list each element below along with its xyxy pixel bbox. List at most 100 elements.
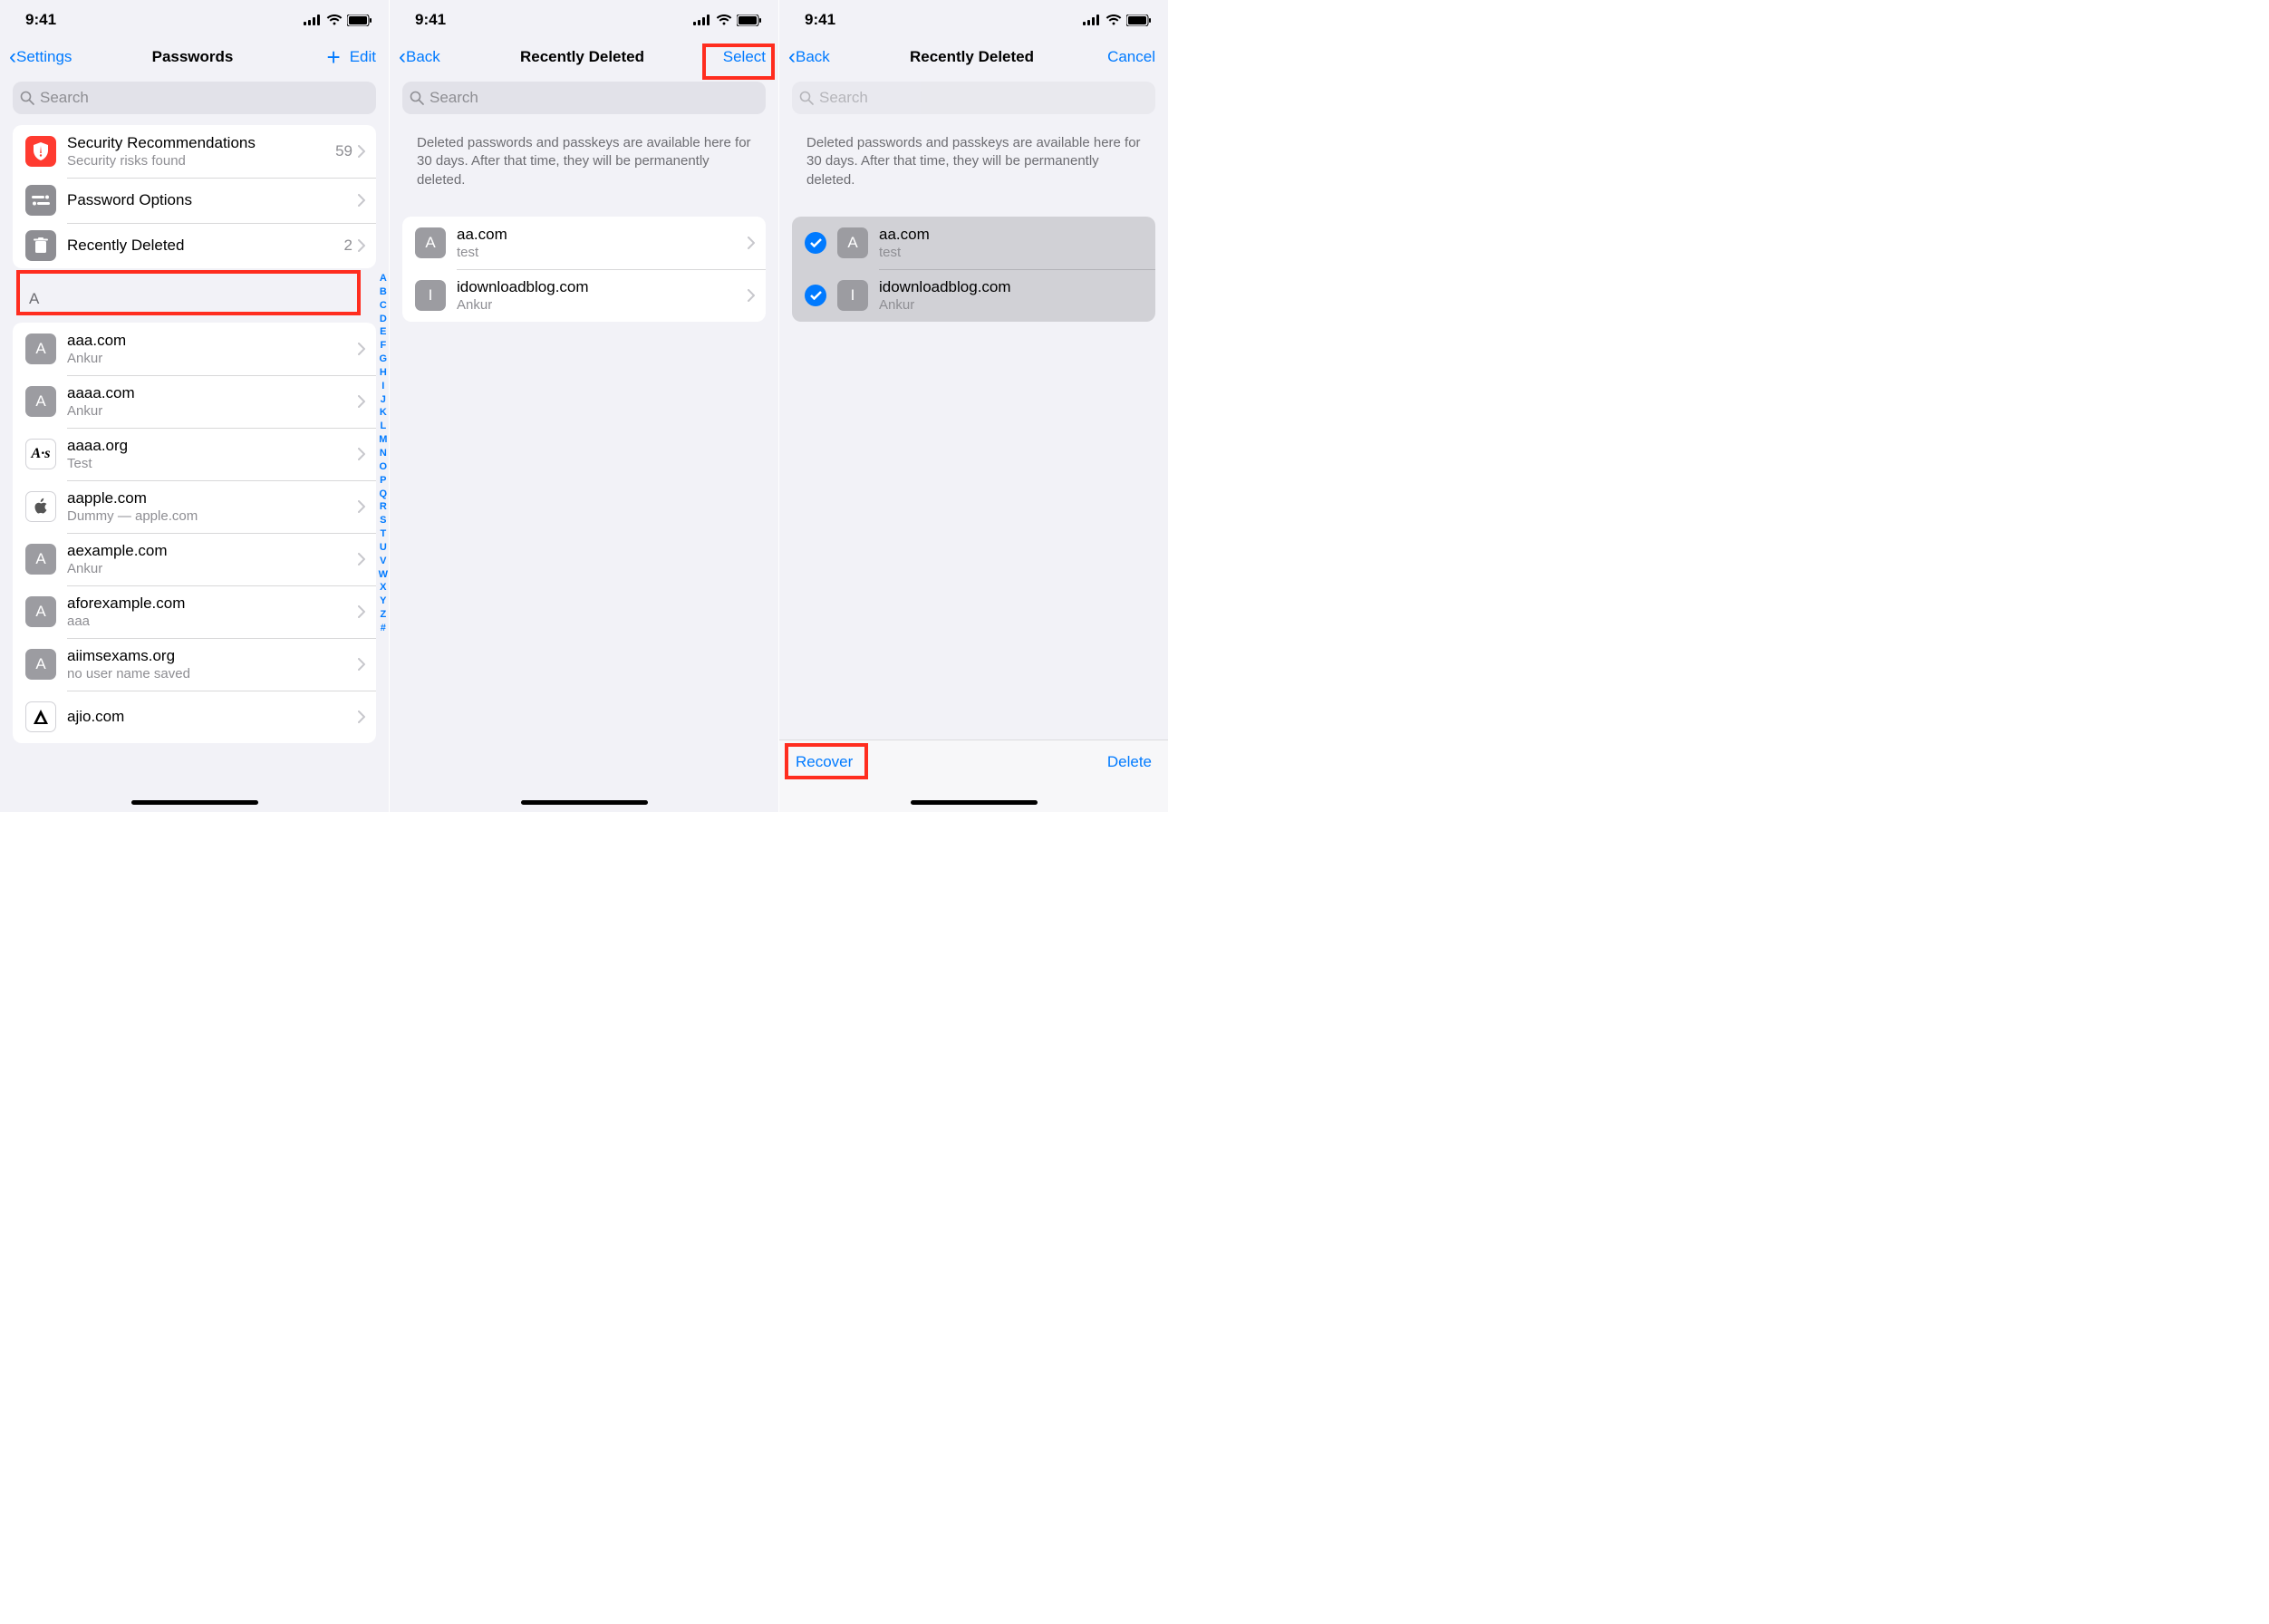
index-letter[interactable]: W [379,568,388,582]
edit-button[interactable]: Edit [350,48,376,66]
index-letter[interactable]: X [379,581,388,594]
chevron-left-icon: ‹ [788,46,796,68]
password-row[interactable]: Aaexample.comAnkur [13,533,376,585]
row-title: aa.com [457,226,748,244]
deleted-row[interactable]: Aaa.comtest [402,217,766,269]
nav-bar: ‹ Settings Passwords + Edit [0,40,389,80]
password-row[interactable]: aapple.comDummy — apple.com [13,480,376,533]
row-sub: Ankur [67,403,358,419]
index-letter[interactable]: H [379,366,388,380]
deleted-list-selected: Aaa.comtestIidownloadblog.comAnkur [792,217,1155,322]
search-input[interactable] [819,89,1148,107]
checkmark-icon[interactable] [805,285,826,306]
security-recommendations-row[interactable]: Security Recommendations Security risks … [13,125,376,178]
back-button[interactable]: ‹ Back [399,46,440,68]
site-letter-icon: A [25,649,56,680]
deleted-row[interactable]: Iidownloadblog.comAnkur [402,269,766,322]
password-row[interactable]: ajio.com [13,691,376,743]
recently-deleted-row[interactable]: Recently Deleted 2 [13,223,376,268]
index-strip[interactable]: ABCDEFGHIJKLMNOPQRSTUVWXYZ# [379,272,388,635]
index-letter[interactable]: E [379,325,388,339]
index-letter[interactable]: G [379,353,388,366]
index-letter[interactable]: F [379,339,388,353]
home-indicator[interactable] [911,800,1038,805]
deleted-row-selected[interactable]: Iidownloadblog.comAnkur [792,269,1155,322]
search-bar[interactable] [402,82,766,114]
search-bar[interactable] [792,82,1155,114]
status-bar: 9:41 [0,0,389,40]
row-count: 2 [344,237,352,255]
home-indicator[interactable] [521,800,648,805]
index-letter[interactable]: # [379,622,388,635]
chevron-right-icon [748,289,755,302]
row-sub: no user name saved [67,666,358,682]
index-letter[interactable]: Z [379,608,388,622]
nav-bar: ‹ Back Recently Deleted Cancel [779,40,1168,80]
home-indicator[interactable] [131,800,258,805]
chevron-left-icon: ‹ [9,46,16,68]
page-title: Passwords [91,48,294,66]
deleted-row-selected[interactable]: Aaa.comtest [792,217,1155,269]
index-letter[interactable]: C [379,299,388,313]
status-time: 9:41 [415,11,446,29]
index-letter[interactable]: O [379,460,388,474]
chevron-right-icon [358,553,365,566]
index-letter[interactable]: A [379,272,388,285]
row-count: 59 [335,142,352,160]
password-row[interactable]: Aaaaa.comAnkur [13,375,376,428]
chevron-right-icon [358,500,365,513]
add-button[interactable]: + [327,45,341,69]
search-icon [410,91,424,105]
password-row[interactable]: Aaforexample.comaaa [13,585,376,638]
deleted-list: Aaa.comtestIidownloadblog.comAnkur [402,217,766,322]
index-letter[interactable]: R [379,500,388,514]
apple-icon [25,491,56,522]
index-letter[interactable]: T [379,527,388,541]
checkmark-icon[interactable] [805,232,826,254]
status-icons [1083,14,1152,26]
back-label: Settings [16,48,72,66]
search-icon [799,91,814,105]
index-letter[interactable]: M [379,433,388,447]
index-letter[interactable]: K [379,406,388,420]
back-button[interactable]: ‹ Settings [9,46,72,68]
trash-icon [25,230,56,261]
search-input[interactable] [40,89,369,107]
password-options-row[interactable]: Password Options [13,178,376,223]
index-letter[interactable]: Y [379,594,388,608]
back-button[interactable]: ‹ Back [788,46,830,68]
screen-recently-deleted: 9:41 ‹ Back Recently Deleted Select Dele… [390,0,779,812]
page-title: Recently Deleted [870,48,1074,66]
index-letter[interactable]: S [379,514,388,527]
site-letter-icon: I [837,280,868,311]
search-bar[interactable] [13,82,376,114]
index-letter[interactable]: N [379,447,388,460]
cancel-button[interactable]: Cancel [1107,48,1155,66]
index-letter[interactable]: B [379,285,388,299]
select-button[interactable]: Select [723,48,766,66]
password-row[interactable]: Aaaa.comAnkur [13,323,376,375]
index-letter[interactable]: J [379,393,388,407]
site-letter-icon: A [25,544,56,575]
search-input[interactable] [430,89,758,107]
index-letter[interactable]: P [379,474,388,488]
delete-button[interactable]: Delete [1107,753,1152,771]
row-sub: Ankur [67,351,358,366]
row-sub: Test [67,456,358,471]
chevron-right-icon [358,239,365,252]
screen-recently-deleted-select: 9:41 ‹ Back Recently Deleted Cancel Dele… [779,0,1169,812]
password-row[interactable]: Aaiimsexams.orgno user name saved [13,638,376,691]
index-letter[interactable]: Q [379,488,388,501]
row-title: Recently Deleted [67,237,344,255]
index-letter[interactable]: L [379,420,388,433]
index-letter[interactable]: D [379,313,388,326]
wifi-icon [1106,14,1122,25]
index-letter[interactable]: V [379,555,388,568]
chevron-right-icon [358,448,365,460]
index-letter[interactable]: I [379,380,388,393]
site-icon [25,701,56,732]
status-time: 9:41 [805,11,835,29]
password-row[interactable]: A·saaaa.orgTest [13,428,376,480]
index-letter[interactable]: U [379,541,388,555]
recover-button[interactable]: Recover [796,753,853,771]
